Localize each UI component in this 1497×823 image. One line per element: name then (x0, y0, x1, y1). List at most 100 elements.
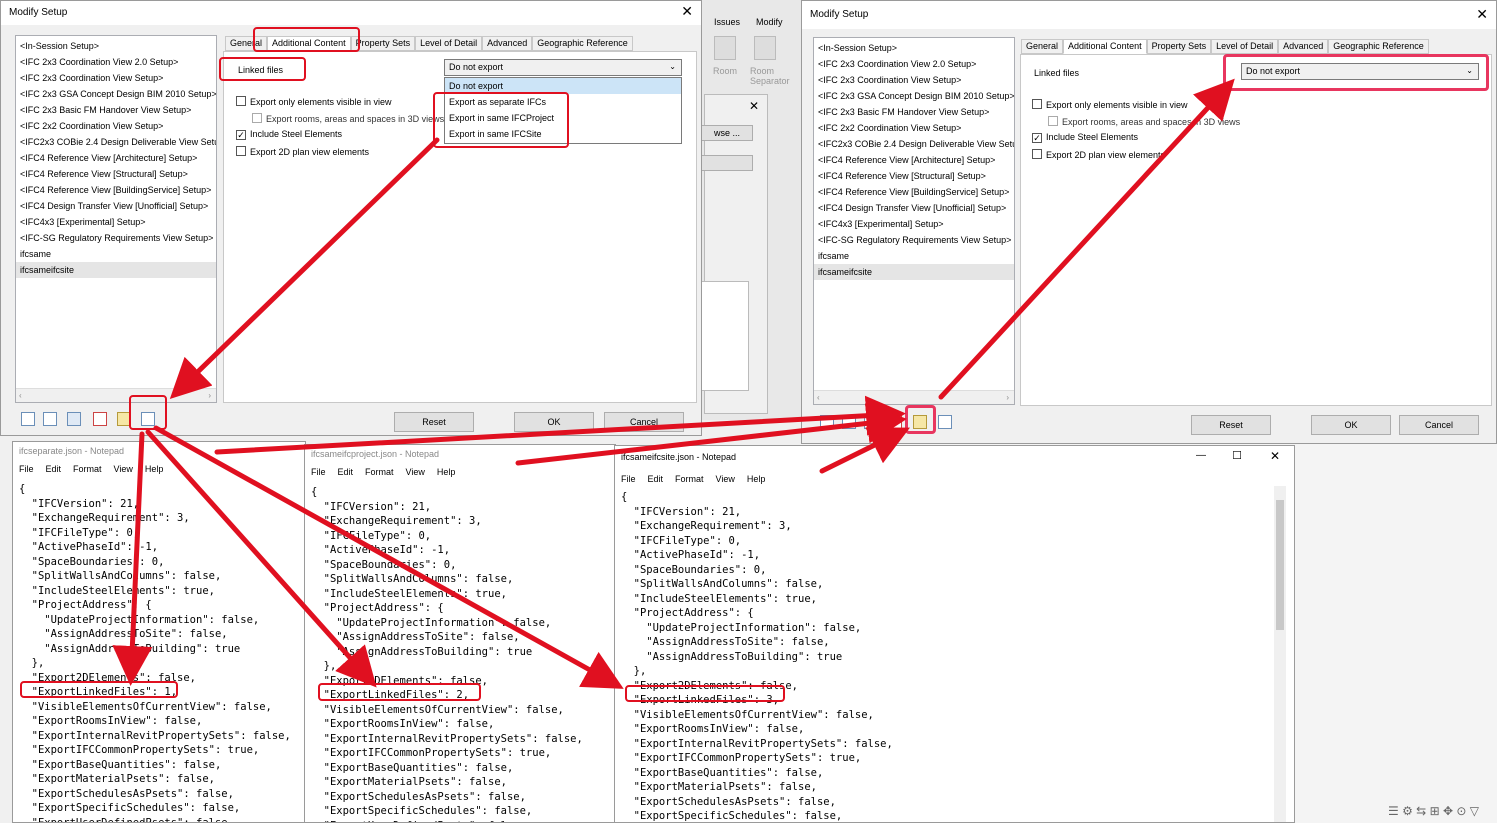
notepad-text[interactable]: { "IFCVersion": 21, "ExchangeRequirement… (19, 482, 291, 822)
tab-level-of-detail[interactable]: Level of Detail (415, 36, 483, 51)
menu-view[interactable]: View (716, 474, 735, 484)
setup-list-item[interactable]: <IFC4 Reference View [BuildingService] S… (16, 182, 216, 198)
checkbox-icon[interactable]: ✓ (1032, 133, 1042, 143)
room-tool-icon[interactable] (714, 36, 736, 60)
setup-list-item[interactable]: <IFC 2x3 Basic FM Handover View Setup> (16, 102, 216, 118)
close-icon[interactable]: ✕ (1270, 449, 1280, 463)
checkbox-icon[interactable] (236, 96, 246, 106)
rename-setup-icon[interactable] (67, 412, 81, 426)
close-icon[interactable]: ✕ (681, 3, 693, 20)
room-separator-tool-icon[interactable] (754, 36, 776, 60)
setup-list-item[interactable]: ifcsame (16, 246, 216, 262)
menu-edit[interactable]: Edit (46, 464, 62, 474)
setup-list-item[interactable]: <In-Session Setup> (16, 38, 216, 54)
setup-list-item[interactable]: <IFC-SG Regulatory Requirements View Set… (814, 232, 1014, 248)
close-icon[interactable]: ✕ (1476, 6, 1488, 23)
new-setup-icon[interactable] (21, 412, 35, 426)
checkbox-icon[interactable] (1032, 99, 1042, 109)
rename-setup-icon[interactable] (864, 415, 878, 429)
setup-list-item[interactable]: <IFC 2x3 Coordination View 2.0 Setup> (16, 54, 216, 70)
background-dialog-close[interactable]: ✕ (749, 99, 759, 113)
background-button[interactable] (701, 155, 753, 171)
menu-file[interactable]: File (311, 467, 326, 477)
setup-list-item[interactable]: ifcsameifcsite (814, 264, 1014, 280)
cancel-button[interactable]: Cancel (1399, 415, 1479, 435)
maximize-icon[interactable]: ☐ (1232, 449, 1242, 462)
menu-format[interactable]: Format (73, 464, 102, 474)
setup-list-item[interactable]: <IFC4x3 [Experimental] Setup> (814, 216, 1014, 232)
menu-view[interactable]: View (114, 464, 133, 474)
setup-list-item[interactable]: <In-Session Setup> (814, 40, 1014, 56)
notepad-text[interactable]: { "IFCVersion": 21, "ExchangeRequirement… (311, 485, 583, 822)
delete-setup-icon[interactable] (93, 412, 107, 426)
new-setup-icon[interactable] (820, 415, 834, 429)
checkbox-icon[interactable] (236, 146, 246, 156)
setup-list-item[interactable]: <IFC 2x3 Coordination View Setup> (814, 72, 1014, 88)
reset-button[interactable]: Reset (394, 412, 474, 432)
tab-general[interactable]: General (1021, 39, 1064, 54)
ribbon-tab-issues[interactable]: Issues (714, 17, 740, 27)
setup-list-item[interactable]: <IFC 2x2 Coordination View Setup> (16, 118, 216, 134)
menu-edit[interactable]: Edit (648, 474, 664, 484)
setup-list-item[interactable]: <IFC 2x3 GSA Concept Design BIM 2010 Set… (814, 88, 1014, 104)
checkbox-icon[interactable] (1048, 116, 1058, 126)
tab-property-sets[interactable]: Property Sets (1146, 39, 1212, 54)
menu-format[interactable]: Format (365, 467, 394, 477)
setup-list-item[interactable]: <IFC2x3 COBie 2.4 Design Deliverable Vie… (814, 136, 1014, 152)
delete-setup-icon[interactable] (888, 415, 902, 429)
tab-geographic-reference[interactable]: Geographic Reference (1328, 39, 1429, 54)
vertical-scrollbar[interactable] (1274, 486, 1286, 822)
setup-list-item[interactable]: ifcsame (814, 248, 1014, 264)
checkbox-icon[interactable]: ✓ (236, 130, 246, 140)
horizontal-scrollbar[interactable]: ‹ › (16, 388, 216, 402)
checkbox-icon[interactable] (252, 113, 262, 123)
setup-list-item[interactable]: <IFC4 Reference View [BuildingService] S… (814, 184, 1014, 200)
menu-format[interactable]: Format (675, 474, 704, 484)
status-icons[interactable]: ☰ ⚙ ⇆ ⊞ ✥ ⊙ ▽ (1388, 804, 1479, 818)
checkbox-icon[interactable] (1032, 149, 1042, 159)
menu-help[interactable]: Help (437, 467, 456, 477)
menu-file[interactable]: File (19, 464, 34, 474)
setup-list-item[interactable]: <IFC 2x3 Coordination View 2.0 Setup> (814, 56, 1014, 72)
cancel-button[interactable]: Cancel (604, 412, 684, 432)
tab-advanced[interactable]: Advanced (1278, 39, 1329, 54)
setup-list-item[interactable]: ifcsameifcsite (16, 262, 216, 278)
notepad-text[interactable]: { "IFCVersion": 21, "ExchangeRequirement… (621, 490, 893, 822)
menu-edit[interactable]: Edit (338, 467, 354, 477)
tab-geographic-reference[interactable]: Geographic Reference (532, 36, 633, 51)
tab-level-of-detail[interactable]: Level of Detail (1211, 39, 1279, 54)
setup-list-item[interactable]: <IFC 2x3 Basic FM Handover View Setup> (814, 104, 1014, 120)
tab-additional-content[interactable]: Additional Content (1063, 39, 1147, 54)
setup-list-item[interactable]: <IFC4 Design Transfer View [Unofficial] … (16, 198, 216, 214)
browse-button[interactable]: wse ... (701, 125, 753, 141)
minimize-icon[interactable]: — (1196, 450, 1206, 461)
setup-list-item[interactable]: <IFC-SG Regulatory Requirements View Set… (16, 230, 216, 246)
setup-list-item[interactable]: <IFC 2x3 GSA Concept Design BIM 2010 Set… (16, 86, 216, 102)
menu-view[interactable]: View (406, 467, 425, 477)
menu-file[interactable]: File (621, 474, 636, 484)
ribbon-tab-modify[interactable]: Modify (756, 17, 783, 27)
setup-list-item[interactable]: <IFC4 Reference View [Structural] Setup> (814, 168, 1014, 184)
tab-property-sets[interactable]: Property Sets (350, 36, 416, 51)
reset-button[interactable]: Reset (1191, 415, 1271, 435)
menu-help[interactable]: Help (747, 474, 766, 484)
ok-button[interactable]: OK (1311, 415, 1391, 435)
setup-list-item[interactable]: <IFC4x3 [Experimental] Setup> (16, 214, 216, 230)
tab-advanced[interactable]: Advanced (482, 36, 533, 51)
setup-list-item[interactable]: <IFC4 Reference View [Architecture] Setu… (814, 152, 1014, 168)
menu-help[interactable]: Help (145, 464, 164, 474)
setup-list-item[interactable]: <IFC4 Reference View [Architecture] Setu… (16, 150, 216, 166)
scrollbar-thumb[interactable] (1276, 500, 1284, 630)
text-line: "ExportRoomsInView": false, (19, 715, 203, 727)
duplicate-setup-icon[interactable] (43, 412, 57, 426)
setup-list-item[interactable]: <IFC4 Reference View [Structural] Setup> (16, 166, 216, 182)
export-setup-icon[interactable] (938, 415, 952, 429)
setup-list-item[interactable]: <IFC 2x3 Coordination View Setup> (16, 70, 216, 86)
horizontal-scrollbar[interactable]: ‹ › (814, 390, 1014, 404)
setup-list-item[interactable]: <IFC2x3 COBie 2.4 Design Deliverable Vie… (16, 134, 216, 150)
setup-list-item[interactable]: <IFC4 Design Transfer View [Unofficial] … (814, 200, 1014, 216)
setup-list-item[interactable]: <IFC 2x2 Coordination View Setup> (814, 120, 1014, 136)
ok-button[interactable]: OK (514, 412, 594, 432)
linked-files-select[interactable]: Do not export ⌄ (444, 59, 682, 76)
duplicate-setup-icon[interactable] (842, 415, 856, 429)
